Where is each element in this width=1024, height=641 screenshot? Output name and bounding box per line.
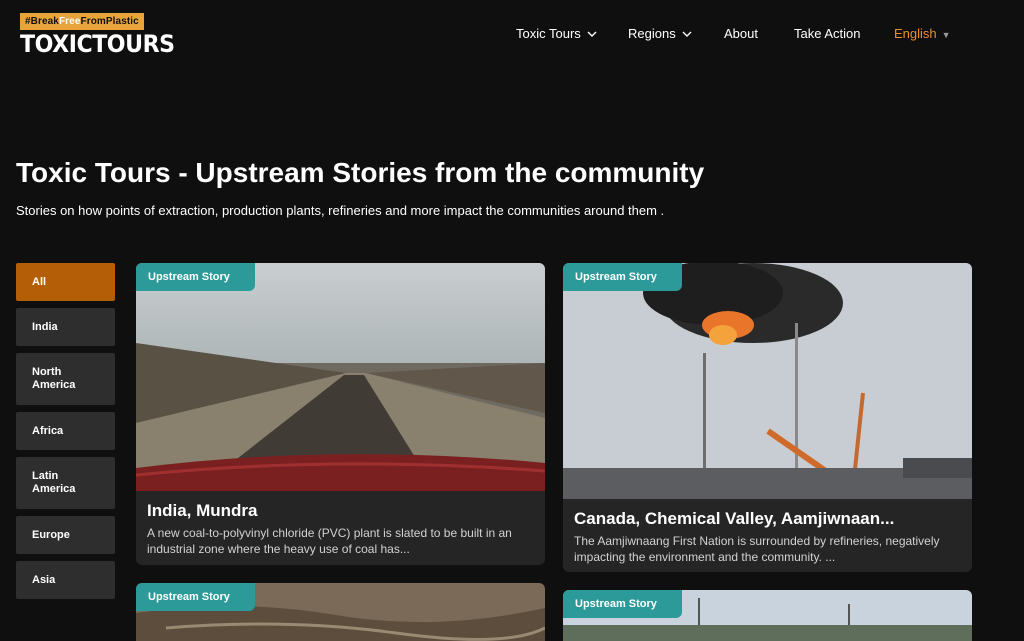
language-selector[interactable]: English ▼ (894, 26, 951, 43)
site-header: #BreakFreeFromPlastic TOXICTOURS Toxic T… (0, 0, 1024, 72)
logo-wordmark: TOXICTOURS (20, 30, 175, 58)
story-type-badge: Upstream Story (563, 263, 682, 291)
card-image: Upstream Story (563, 590, 972, 641)
card-image: Upstream Story (136, 583, 545, 641)
filter-north-america[interactable]: North America (16, 353, 115, 405)
card-body: India, Mundra A new coal-to-polyvinyl ch… (136, 491, 545, 565)
filter-all[interactable]: All (16, 263, 115, 301)
logo-tag-break: #Break (25, 16, 59, 27)
nav-regions-label: Regions (628, 26, 676, 41)
story-card-india-mundra[interactable]: Upstream Story India, Mundra A new coal-… (136, 263, 545, 565)
filter-latin-america[interactable]: Latin America (16, 457, 115, 509)
story-type-badge: Upstream Story (136, 263, 255, 291)
nav-take-action[interactable]: Take Action (794, 26, 861, 42)
caret-down-icon: ▼ (941, 30, 951, 40)
nav-toxic-tours[interactable]: Toxic Tours (516, 26, 597, 43)
region-filter-list: All India North America Africa Latin Ame… (16, 263, 115, 606)
card-description: A new coal-to-polyvinyl chloride (PVC) p… (147, 526, 512, 556)
story-type-badge: Upstream Story (136, 583, 255, 611)
filter-india[interactable]: India (16, 308, 115, 346)
logo-tag-free: Free (58, 16, 81, 27)
card-title: Canada, Chemical Valley, Aamjiwnaan... (574, 509, 895, 528)
logo-hashtag: #BreakFreeFromPlastic (20, 13, 144, 30)
card-image: Upstream Story (136, 263, 545, 491)
story-card-canada-chemical-valley[interactable]: Upstream Story Canada, Chemical Valley, … (563, 263, 972, 572)
filter-asia[interactable]: Asia (16, 561, 115, 599)
page-title: Toxic Tours - Upstream Stories from the … (16, 157, 705, 188)
card-image: Upstream Story (563, 263, 972, 499)
filter-europe[interactable]: Europe (16, 516, 115, 554)
logo-tag-from-plastic: FromPlastic (80, 16, 139, 27)
nav-regions[interactable]: Regions (628, 26, 692, 43)
card-description: The Aamjiwnaang First Nation is surround… (574, 534, 940, 564)
story-card[interactable]: Upstream Story (136, 583, 545, 641)
chevron-down-icon (587, 27, 597, 43)
card-body: Canada, Chemical Valley, Aamjiwnaan... T… (563, 499, 972, 572)
story-type-badge: Upstream Story (563, 590, 682, 618)
card-title: India, Mundra (147, 501, 258, 520)
story-card[interactable]: Upstream Story (563, 590, 972, 641)
nav-about[interactable]: About (724, 26, 758, 42)
chevron-down-icon (682, 27, 692, 43)
page-subtitle: Stories on how points of extraction, pro… (16, 203, 665, 218)
site-logo[interactable]: #BreakFreeFromPlastic TOXICTOURS (20, 11, 175, 58)
nav-toxic-tours-label: Toxic Tours (516, 26, 581, 41)
filter-africa[interactable]: Africa (16, 412, 115, 450)
language-label: English (894, 26, 937, 41)
